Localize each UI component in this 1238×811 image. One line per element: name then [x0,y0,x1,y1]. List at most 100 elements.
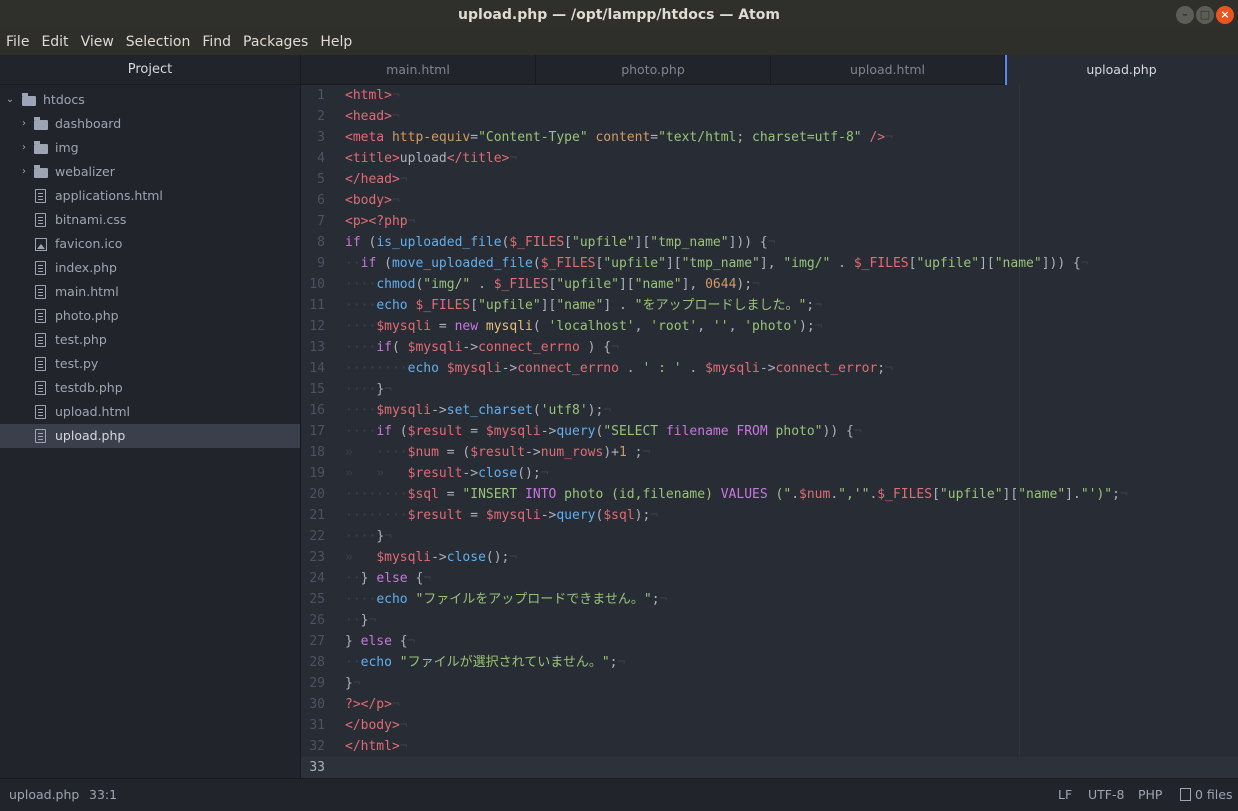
line-number: 14 [309,361,325,376]
menu-help[interactable]: Help [314,30,358,55]
project-panel-title: Project [0,55,300,85]
tree-file[interactable]: index.php [0,256,300,280]
file-diff-icon [1180,788,1191,801]
code-line[interactable]: 12 ····$mysqli = new mysqli( 'localhost',… [301,316,1238,337]
code-line[interactable]: 9 ··if (move_uploaded_file($_FILES["upfil… [301,253,1238,274]
code-text: ··echo "ファイルが選択されていません。";¬ [345,655,626,670]
menu-selection[interactable]: Selection [120,30,197,55]
code-text: ········echo $mysqli->connect_errno . ' … [345,361,893,376]
code-line[interactable]: 1 <html>¬ [301,85,1238,106]
code-line[interactable]: 27} else {¬ [301,631,1238,652]
tree-file[interactable]: applications.html [0,184,300,208]
code-text: ····if ($result = $mysqli->query("SELECT… [345,424,862,439]
code-line[interactable]: 31 </body>¬ [301,715,1238,736]
file-icon [35,405,46,419]
minimize-button[interactable]: – [1176,6,1194,24]
code-line[interactable]: 26 ··}¬ [301,610,1238,631]
code-line[interactable]: 25 ····echo "ファイルをアップロードできません。";¬ [301,589,1238,610]
status-grammar[interactable]: PHP [1138,779,1162,811]
tree-file[interactable]: test.php [0,328,300,352]
code-line[interactable]: 30 ?></p>¬ [301,694,1238,715]
code-line[interactable]: 2 <head>¬ [301,106,1238,127]
status-encoding[interactable]: UTF-8 [1088,779,1124,811]
chevron-right-icon: › [22,142,26,153]
code-text: ····chmod("img/" . $_FILES["upfile"]["na… [345,277,760,292]
line-number: 33 [309,760,325,775]
close-button[interactable]: × [1216,6,1234,24]
code-line[interactable]: 19 » » $result->close();¬ [301,463,1238,484]
tree-file[interactable]: upload.php [0,424,300,448]
project-sidebar: Project ⌄ htdocs › dashboard › img › webalize… [0,55,301,778]
tab-bar: main.html photo.php upload.html upload.p… [301,55,1238,85]
tree-item-label: photo.php [55,308,119,323]
tree-item-label: applications.html [55,188,163,203]
code-line[interactable]: 21 ········$result = $mysqli->query($sql)… [301,505,1238,526]
menu-find[interactable]: Find [196,30,237,55]
line-number: 7 [317,214,325,229]
line-number: 26 [309,613,325,628]
tree-file[interactable]: favicon.ico [0,232,300,256]
tree-root-folder[interactable]: ⌄ htdocs [0,88,300,112]
code-line[interactable]: 32 </html>¬ [301,736,1238,757]
tree-item-label: favicon.ico [55,236,123,251]
tree-item-label: test.py [55,356,99,371]
tree-folder[interactable]: › dashboard [0,112,300,136]
tree-file[interactable]: bitnami.css [0,208,300,232]
status-file-path[interactable]: upload.php [9,779,79,811]
code-line[interactable]: 8 if (is_uploaded_file($_FILES["upfile"][… [301,232,1238,253]
git-status[interactable]: 0 files [1180,779,1232,811]
code-line[interactable]: 6 <body>¬ [301,190,1238,211]
tab-photo-php[interactable]: photo.php [536,55,771,85]
tab-main-html[interactable]: main.html [301,55,536,85]
tree-file[interactable]: upload.html [0,400,300,424]
line-number: 23 [309,550,325,565]
tree-file[interactable]: photo.php [0,304,300,328]
tree-folder[interactable]: › img [0,136,300,160]
line-number: 4 [317,151,325,166]
line-number: 24 [309,571,325,586]
code-text: ··}¬ [345,613,377,628]
code-line[interactable]: 13 ····if( $mysqli->connect_errno ) {¬ [301,337,1238,358]
tree-item-label: bitnami.css [55,212,127,227]
code-line[interactable]: 28 ··echo "ファイルが選択されていません。";¬ [301,652,1238,673]
code-text: ····}¬ [345,529,392,544]
code-line[interactable]: 3 <meta http-equiv="Content-Type" content… [301,127,1238,148]
code-line[interactable]: 20 ········$sql = "INSERT INTO photo (id,… [301,484,1238,505]
maximize-button[interactable]: □ [1196,6,1214,24]
line-number: 15 [309,382,325,397]
status-bar: upload.php 33:1 LF UTF-8 PHP 0 files [0,778,1238,811]
tree-file[interactable]: testdb.php [0,376,300,400]
code-line[interactable]: 29}¬ [301,673,1238,694]
tab-upload-html[interactable]: upload.html [771,55,1005,85]
code-line[interactable]: 7 <p><?php¬ [301,211,1238,232]
code-line[interactable]: 14 ········echo $mysqli->connect_errno . … [301,358,1238,379]
code-line[interactable]: 22 ····}¬ [301,526,1238,547]
menu-packages[interactable]: Packages [237,30,314,55]
tree-file[interactable]: test.py [0,352,300,376]
code-text: ?></p>¬ [345,697,400,712]
title-bar: upload.php — /opt/lampp/htdocs — Atom – … [0,0,1238,30]
status-line-ending[interactable]: LF [1058,779,1072,811]
tree-folder[interactable]: › webalizer [0,160,300,184]
folder-icon [22,93,36,106]
code-line[interactable]: 23 » $mysqli->close();¬ [301,547,1238,568]
menu-view[interactable]: View [75,30,120,55]
code-line[interactable]: 33 [301,757,1238,778]
code-line[interactable]: 4 <title>upload</title>¬ [301,148,1238,169]
tree-item-label: img [55,140,79,155]
code-line[interactable]: 18 » ····$num = ($result->num_rows)+1 ;¬ [301,442,1238,463]
code-editor[interactable]: 1 <html>¬ 2 <head>¬ 3 <meta http-equiv="Conte… [301,85,1238,778]
code-line[interactable]: 10 ····chmod("img/" . $_FILES["upfile"]["… [301,274,1238,295]
code-line[interactable]: 16 ····$mysqli->set_charset('utf8');¬ [301,400,1238,421]
code-line[interactable]: 17 ····if ($result = $mysqli->query("SELE… [301,421,1238,442]
tab-upload-php[interactable]: upload.php [1005,55,1238,85]
menu-file[interactable]: File [0,30,35,55]
code-line[interactable]: 24 ··} else {¬ [301,568,1238,589]
menu-edit[interactable]: Edit [35,30,74,55]
code-line[interactable]: 15 ····}¬ [301,379,1238,400]
code-line[interactable]: 11 ····echo $_FILES["upfile"]["name"] . "… [301,295,1238,316]
line-number: 27 [309,634,325,649]
tree-file[interactable]: main.html [0,280,300,304]
status-cursor-position[interactable]: 33:1 [89,779,117,811]
code-line[interactable]: 5 </head>¬ [301,169,1238,190]
